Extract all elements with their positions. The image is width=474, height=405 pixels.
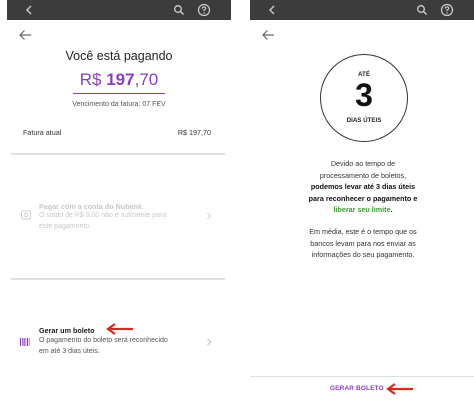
info-green-text: liberar seu limite [333, 205, 391, 214]
info-line: para reconhecer o pagamento e [288, 193, 438, 205]
amount-currency: R$ [79, 70, 102, 89]
badge-bottom-label: DIAS ÚTEIS [346, 117, 382, 124]
due-date-label: Vencimento da fatura: 07 FEV [72, 101, 166, 108]
option-description-line: O pagamento do boleto será reconhecido [39, 337, 168, 344]
badge-number: 3 [355, 77, 373, 113]
amount-underline[interactable] [73, 93, 165, 94]
option-description-line: em até 3 dias úteis. [39, 347, 100, 355]
option-title: Pagar com a conta do Nubank [39, 202, 143, 211]
option-title: Gerar um boleto [39, 326, 95, 335]
current-bill-row: Fatura atual R$ 197,70 [23, 128, 211, 137]
section-divider [11, 278, 225, 280]
footer-divider [250, 376, 474, 377]
info-line: processamento de boletos, [319, 170, 407, 180]
info-line: Em média, este é o tempo que os [309, 227, 417, 236]
back-arrow-icon[interactable] [261, 29, 275, 41]
back-icon[interactable] [23, 4, 35, 16]
business-days-badge: ATÉ 3 DIAS ÚTEIS [320, 54, 408, 142]
help-icon[interactable] [440, 3, 454, 17]
info-bold-text: podemos levar até 3 dias úteis [310, 182, 416, 191]
back-arrow-icon[interactable] [18, 29, 32, 41]
payment-screen: Você está pagando R$ 197,70 Vencimento d… [7, 0, 231, 405]
current-bill-label: Fatura atual [23, 128, 62, 137]
info-line: podemos levar até 3 dias úteis [288, 181, 438, 193]
average-time-text: Em média, este é o tempo que os bancos l… [288, 226, 438, 261]
amount-integer: 197 [106, 70, 135, 89]
info-bold-text: . [390, 205, 393, 214]
boleto-info-screen: ATÉ 3 DIAS ÚTEIS Devido ao tempo de proc… [250, 0, 474, 405]
info-line: Devido ao tempo de [330, 159, 396, 168]
option-description-line: este pagamento. [39, 222, 92, 230]
option-description: O pagamento do boleto será reconhecido e… [39, 336, 199, 357]
app-top-bar [7, 0, 231, 20]
chevron-right-icon [207, 338, 212, 346]
current-bill-value: R$ 197,70 [177, 128, 211, 137]
back-icon[interactable] [266, 4, 278, 16]
chevron-right-icon [207, 212, 212, 220]
amount-decimal: ,70 [134, 70, 159, 89]
info-line: liberar seu limite. [288, 204, 438, 216]
payment-amount: R$ 197,70 [7, 70, 231, 90]
info-line: informações do seu pagamento. [311, 250, 415, 259]
info-bold-text: para reconhecer o pagamento e [308, 193, 418, 203]
app-top-bar [250, 0, 474, 20]
generate-boleto-button[interactable]: GERAR BOLETO [330, 385, 384, 392]
processing-info-text: Devido ao tempo de processamento de bole… [288, 158, 438, 216]
help-icon[interactable] [197, 3, 211, 17]
search-icon[interactable] [173, 4, 185, 16]
barcode-icon [20, 338, 30, 346]
section-divider [11, 153, 225, 155]
page-title: Você está pagando [65, 49, 173, 63]
annotation-arrow-icon [106, 323, 133, 335]
annotation-arrow-icon [386, 383, 413, 395]
info-line: bancos levam para nos enviar as [310, 238, 416, 248]
nubank-account-icon [21, 210, 31, 220]
option-description-line: O saldo de R$ 0,00 não é suficiente para [39, 212, 167, 219]
option-description: O saldo de R$ 0,00 não é suficiente para… [39, 211, 199, 232]
search-icon[interactable] [416, 4, 428, 16]
